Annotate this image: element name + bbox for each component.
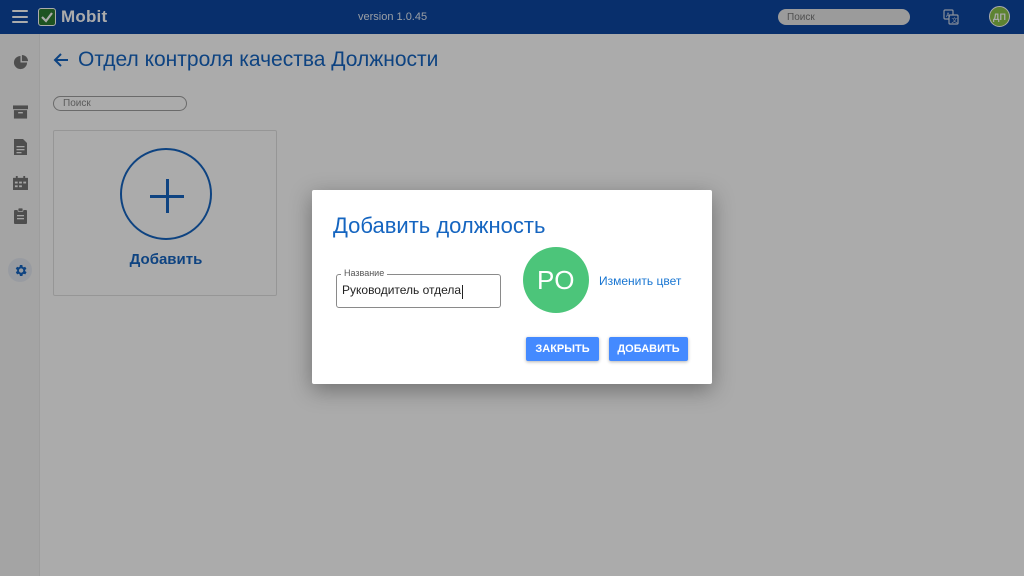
close-button[interactable]: ЗАКРЫТЬ <box>526 337 599 361</box>
add-button[interactable]: ДОБАВИТЬ <box>609 337 688 361</box>
dialog-title: Добавить должность <box>333 213 546 238</box>
text-cursor <box>462 285 464 299</box>
add-position-dialog: Добавить должность Название РО Изменить … <box>312 190 712 384</box>
position-name-input[interactable] <box>342 283 496 297</box>
change-color-link[interactable]: Изменить цвет <box>599 274 681 288</box>
position-avatar: РО <box>523 247 589 313</box>
name-field-label: Название <box>341 268 388 278</box>
